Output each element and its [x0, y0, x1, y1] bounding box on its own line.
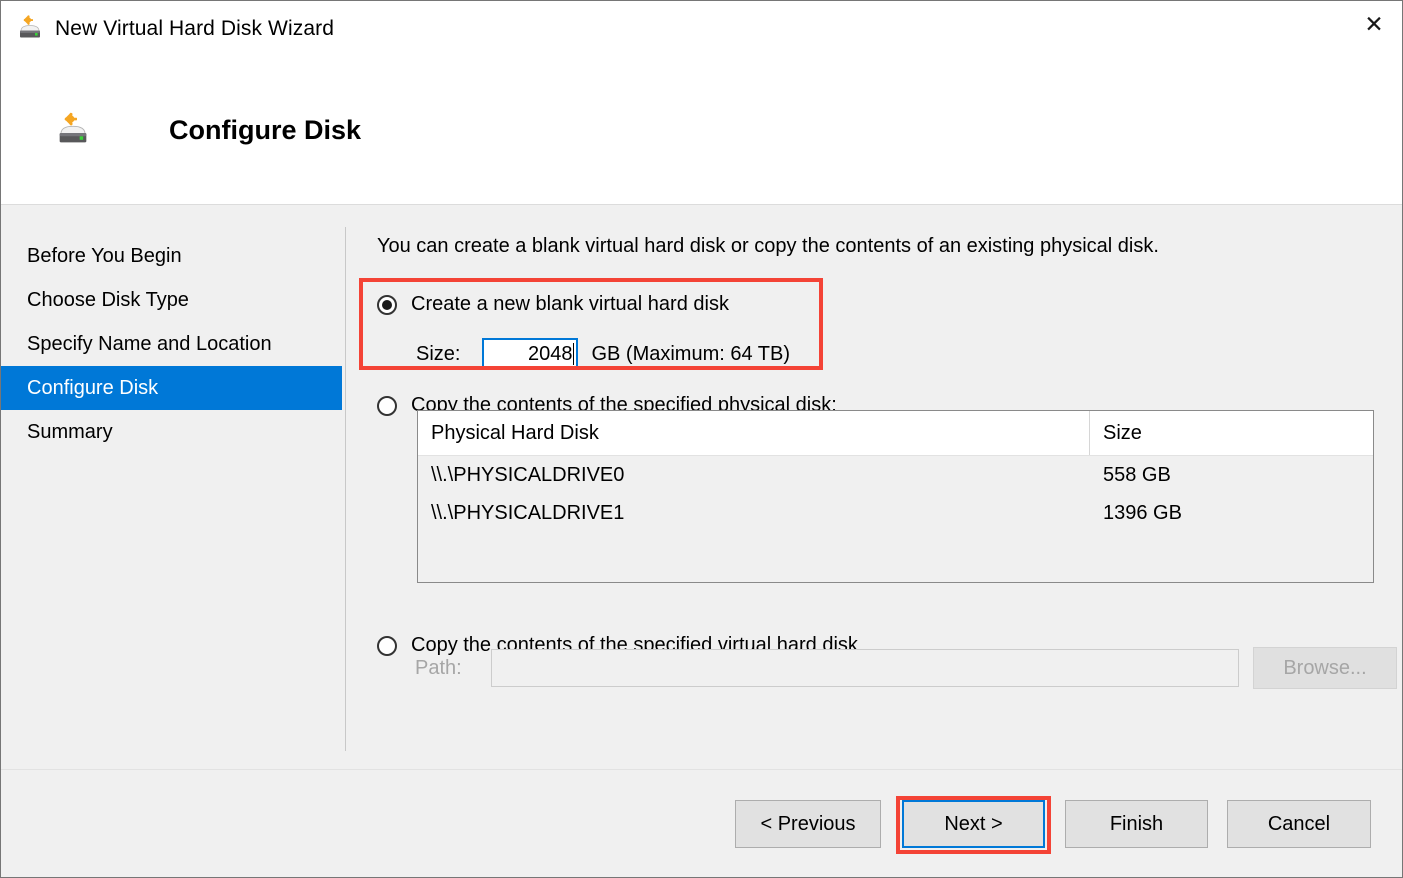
radio-button-icon[interactable] — [377, 635, 397, 656]
cell-disk-size: 1396 GB — [1103, 501, 1182, 524]
next-button[interactable]: Next > — [902, 800, 1045, 848]
new-virtual-hard-disk-wizard-window: New Virtual Hard Disk Wizard ✕ Configure… — [0, 0, 1403, 878]
cancel-button[interactable]: Cancel — [1227, 800, 1371, 848]
radio-button-icon[interactable] — [377, 395, 397, 416]
table-header-row: Physical Hard Disk Size — [418, 411, 1373, 456]
physical-disk-table[interactable]: Physical Hard Disk Size \\.\PHYSICALDRIV… — [417, 410, 1374, 583]
intro-text: You can create a blank virtual hard disk… — [377, 235, 1159, 257]
sidebar-item-specify-name-and-location[interactable]: Specify Name and Location — [1, 322, 342, 366]
wizard-steps-sidebar: Before You Begin Choose Disk Type Specif… — [1, 205, 342, 769]
page-header: Configure Disk — [1, 57, 1402, 205]
text-caret — [573, 343, 575, 365]
table-row[interactable]: \\.\PHYSICALDRIVE0 558 GB — [418, 456, 1373, 494]
close-icon[interactable]: ✕ — [1344, 1, 1402, 49]
sidebar-item-configure-disk[interactable]: Configure Disk — [1, 366, 342, 410]
cell-disk-path: \\.\PHYSICALDRIVE1 — [431, 501, 625, 524]
size-input-value: 2048 — [527, 342, 573, 365]
sidebar-item-choose-disk-type[interactable]: Choose Disk Type — [1, 278, 342, 322]
sidebar-item-before-you-begin[interactable]: Before You Begin — [1, 234, 342, 278]
virtual-hard-disk-icon — [53, 111, 93, 151]
page-title: Configure Disk — [169, 115, 362, 145]
column-header-size[interactable]: Size — [1090, 411, 1373, 455]
path-row: Path: Browse... — [415, 647, 1397, 689]
size-maximum-hint: GB (Maximum: 64 TB) — [591, 342, 791, 365]
path-input[interactable] — [491, 649, 1239, 687]
size-label: Size: — [416, 342, 461, 365]
virtual-hard-disk-icon — [15, 14, 45, 44]
cell-disk-size: 558 GB — [1103, 463, 1171, 486]
size-input[interactable]: 2048 — [482, 338, 579, 370]
window-title: New Virtual Hard Disk Wizard — [55, 17, 334, 40]
wizard-footer: < Previous Next > Finish Cancel — [1, 769, 1402, 877]
finish-button[interactable]: Finish — [1065, 800, 1208, 848]
configure-disk-content: You can create a blank virtual hard disk… — [377, 205, 1397, 769]
wizard-body: Before You Begin Choose Disk Type Specif… — [1, 205, 1402, 769]
previous-button[interactable]: < Previous — [735, 800, 881, 848]
path-label: Path: — [415, 656, 462, 679]
sidebar-item-summary[interactable]: Summary — [1, 410, 342, 454]
titlebar: New Virtual Hard Disk Wizard ✕ — [1, 1, 1402, 57]
table-row[interactable]: \\.\PHYSICALDRIVE1 1396 GB — [418, 494, 1373, 532]
size-row: Size: 2048 GB (Maximum: 64 TB) — [416, 338, 790, 370]
radio-create-blank-disk-label: Create a new blank virtual hard disk — [411, 293, 729, 315]
radio-create-blank-disk[interactable]: Create a new blank virtual hard disk — [377, 293, 729, 316]
radio-button-icon[interactable] — [377, 294, 397, 315]
cell-disk-path: \\.\PHYSICALDRIVE0 — [431, 463, 625, 486]
sidebar-divider — [345, 227, 346, 751]
column-header-physical-hard-disk[interactable]: Physical Hard Disk — [418, 411, 1090, 455]
browse-button[interactable]: Browse... — [1253, 647, 1397, 689]
